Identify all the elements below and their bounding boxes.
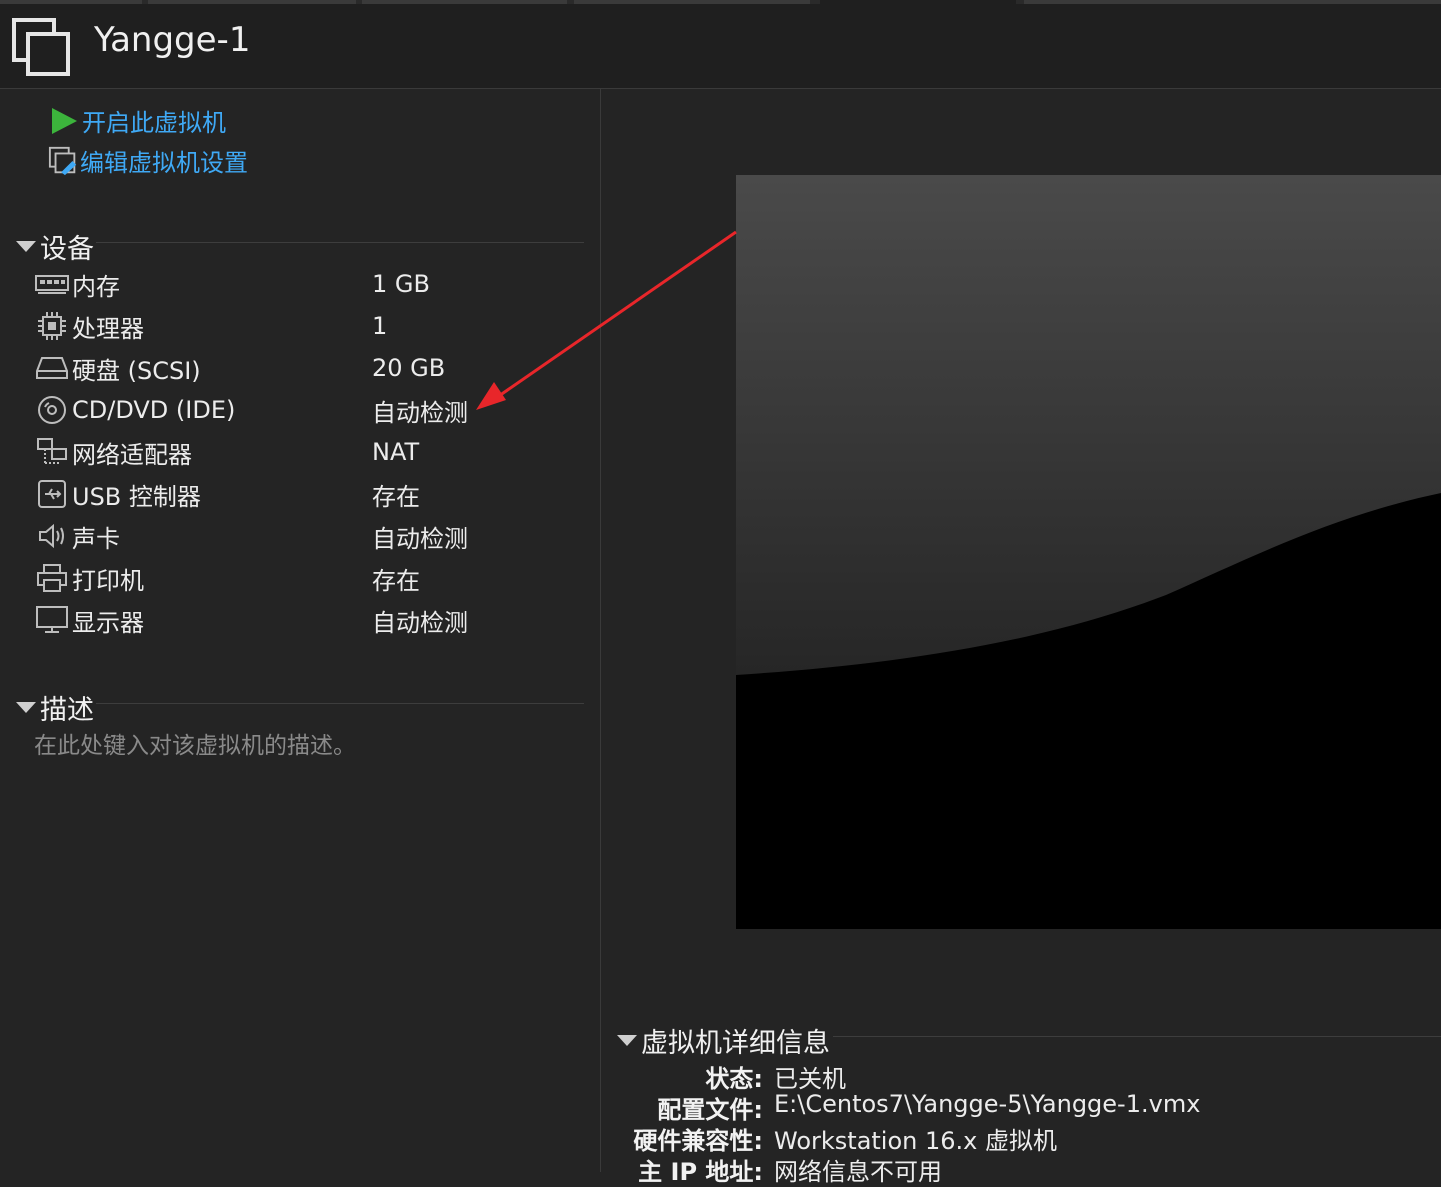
- detail-value: 网络信息不可用: [774, 1158, 942, 1186]
- description-section-toggle[interactable]: 描述: [16, 688, 94, 727]
- devices-section-toggle[interactable]: 设备: [16, 227, 94, 266]
- device-name: 声卡: [72, 524, 120, 553]
- detail-value: 已关机: [774, 1065, 846, 1093]
- device-value: 存在: [372, 482, 420, 511]
- device-value: 20 GB: [372, 354, 446, 382]
- device-value: 自动检测: [372, 608, 468, 637]
- display-icon: [34, 604, 70, 636]
- vm-details-section-title: 虚拟机详细信息: [641, 1028, 830, 1059]
- device-row-network-adapter[interactable]: 网络适配器 NAT: [34, 433, 574, 471]
- edit-settings-icon: [48, 145, 80, 177]
- device-name: USB 控制器: [72, 482, 201, 511]
- device-value: 1 GB: [372, 270, 430, 298]
- device-name: 打印机: [72, 566, 144, 595]
- vm-screen-preview[interactable]: [736, 175, 1441, 929]
- left-panel: 开启此虚拟机 编辑虚拟机设置 设备 内存 1 GB 处理器 1 硬盘 (SCSI…: [0, 89, 601, 1172]
- device-row-memory[interactable]: 内存 1 GB: [34, 265, 574, 303]
- section-divider: [833, 1036, 1441, 1037]
- device-value: 1: [372, 312, 388, 340]
- edit-settings-button[interactable]: 编辑虚拟机设置: [48, 143, 248, 178]
- device-name: CD/DVD (IDE): [72, 396, 236, 424]
- primary-ip-row: 主 IP 地址: 网络信息不可用: [601, 1152, 1441, 1186]
- collapse-triangle-icon: [617, 1035, 637, 1046]
- power-on-icon: [50, 105, 82, 137]
- printer-icon: [34, 562, 70, 594]
- network-adapter-icon: [34, 436, 70, 468]
- collapse-triangle-icon: [16, 702, 36, 713]
- vm-state-row: 状态: 已关机: [601, 1059, 1441, 1093]
- section-divider: [96, 703, 584, 704]
- virtual-machine-icon: [12, 18, 70, 76]
- device-name: 处理器: [72, 314, 144, 343]
- cd-dvd-icon: [34, 394, 70, 426]
- description-input[interactable]: 在此处键入对该虚拟机的描述。: [34, 726, 356, 760]
- device-name: 内存: [72, 272, 120, 301]
- processor-icon: [34, 310, 70, 342]
- device-row-sound-card[interactable]: 声卡 自动检测: [34, 517, 574, 555]
- collapse-triangle-icon: [16, 241, 36, 252]
- detail-key: 配置文件:: [657, 1096, 763, 1124]
- device-row-cd-dvd[interactable]: CD/DVD (IDE) 自动检测: [34, 391, 574, 429]
- config-file-row: 配置文件: E:\Centos7\Yangge-5\Yangge-1.vmx: [601, 1090, 1441, 1124]
- usb-controller-icon: [34, 478, 70, 510]
- sound-card-icon: [34, 520, 70, 552]
- section-divider: [96, 242, 584, 243]
- edit-settings-label: 编辑虚拟机设置: [80, 149, 248, 177]
- detail-key: 硬件兼容性:: [633, 1127, 763, 1155]
- hard-disk-icon: [34, 352, 70, 384]
- device-value: 存在: [372, 566, 420, 595]
- vm-details-section-toggle[interactable]: 虚拟机详细信息: [617, 1021, 830, 1060]
- right-panel: 虚拟机详细信息 状态: 已关机 配置文件: E:\Centos7\Yangge-…: [601, 89, 1441, 1186]
- hardware-compatibility-row: 硬件兼容性: Workstation 16.x 虚拟机: [601, 1121, 1441, 1155]
- device-row-usb-controller[interactable]: USB 控制器 存在: [34, 475, 574, 513]
- device-value: 自动检测: [372, 398, 468, 427]
- device-row-hard-disk[interactable]: 硬盘 (SCSI) 20 GB: [34, 349, 574, 387]
- power-on-button[interactable]: 开启此虚拟机: [50, 103, 226, 138]
- device-row-printer[interactable]: 打印机 存在: [34, 559, 574, 597]
- power-on-label: 开启此虚拟机: [82, 109, 226, 137]
- device-value: NAT: [372, 438, 420, 466]
- vm-title: Yangge-1: [94, 20, 251, 60]
- devices-section-title: 设备: [40, 234, 94, 265]
- device-row-display[interactable]: 显示器 自动检测: [34, 601, 574, 639]
- device-row-processor[interactable]: 处理器 1: [34, 307, 574, 345]
- device-name: 硬盘 (SCSI): [72, 356, 201, 385]
- description-section-title: 描述: [40, 695, 94, 726]
- vm-header: Yangge-1: [0, 4, 1441, 89]
- memory-icon: [34, 268, 70, 300]
- device-name: 网络适配器: [72, 440, 192, 469]
- detail-key: 状态:: [705, 1065, 763, 1093]
- device-value: 自动检测: [372, 524, 468, 553]
- device-name: 显示器: [72, 608, 144, 637]
- detail-value: Workstation 16.x 虚拟机: [774, 1127, 1057, 1155]
- detail-value[interactable]: E:\Centos7\Yangge-5\Yangge-1.vmx: [774, 1090, 1200, 1118]
- detail-key: 主 IP 地址:: [638, 1158, 763, 1186]
- vm-preview-image: [736, 175, 1441, 929]
